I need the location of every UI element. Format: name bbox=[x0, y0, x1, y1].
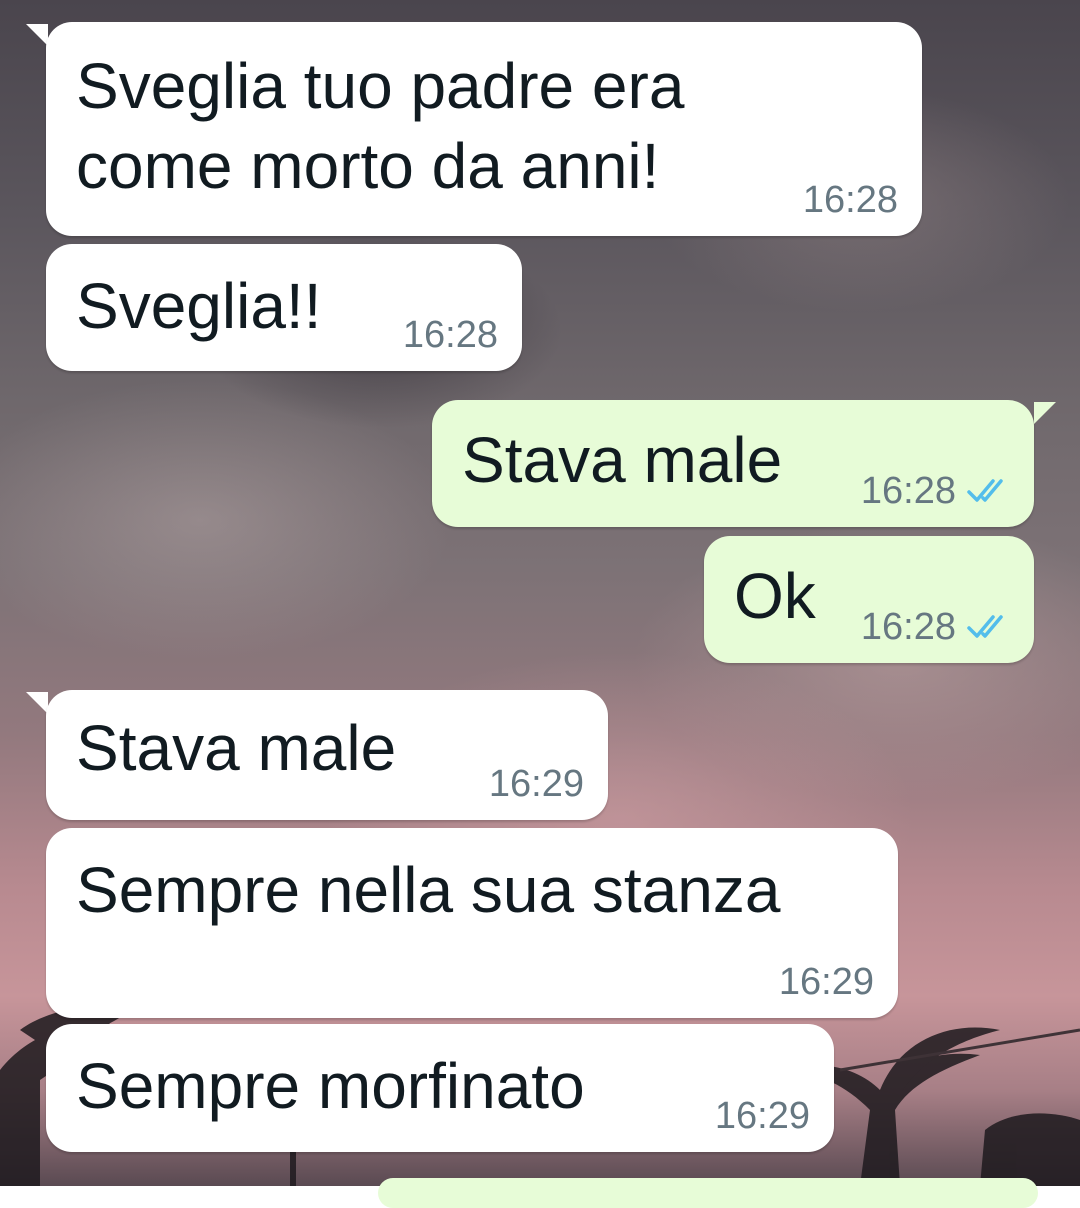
message-time: 16:28 bbox=[402, 314, 498, 356]
message-time: 16:28 bbox=[802, 179, 898, 221]
double-check-icon bbox=[967, 615, 1003, 638]
message-meta: 16:28 bbox=[403, 313, 498, 357]
message-text: Sveglia!! bbox=[76, 270, 322, 342]
message-text: Sempre morfinato bbox=[76, 1050, 585, 1122]
message-meta: 16:29 bbox=[779, 960, 874, 1004]
bubble-tail bbox=[26, 24, 48, 46]
message-list[interactable]: Sveglia tuo padre era come morto da anni… bbox=[0, 0, 1080, 1208]
outgoing-message-partial[interactable] bbox=[378, 1178, 1038, 1208]
message-meta: 16:28 bbox=[803, 178, 898, 222]
message-meta: 16:29 bbox=[489, 762, 584, 806]
message-time: 16:28 bbox=[860, 470, 956, 512]
incoming-message[interactable]: Sempre morfinato 16:29 bbox=[46, 1024, 834, 1152]
bubble-tail bbox=[1034, 402, 1056, 424]
message-text: Sempre nella sua stanza bbox=[76, 854, 781, 926]
message-time: 16:28 bbox=[860, 606, 956, 648]
incoming-message[interactable]: Sempre nella sua stanza 16:29 bbox=[46, 828, 898, 1018]
message-text: Ok bbox=[734, 560, 816, 632]
message-meta: 16:29 bbox=[715, 1094, 810, 1138]
incoming-message[interactable]: Stava male 16:29 bbox=[46, 690, 608, 820]
message-meta: 16:28 bbox=[861, 605, 1010, 649]
outgoing-message[interactable]: Stava male 16:28 bbox=[432, 400, 1034, 527]
bubble-tail bbox=[26, 692, 48, 714]
incoming-message[interactable]: Sveglia!! 16:28 bbox=[46, 244, 522, 371]
double-check-icon bbox=[967, 479, 1003, 502]
message-text: Stava male bbox=[76, 712, 397, 784]
message-text: Stava male bbox=[462, 424, 783, 496]
message-time: 16:29 bbox=[778, 961, 874, 1003]
outgoing-message[interactable]: Ok 16:28 bbox=[704, 536, 1034, 663]
message-time: 16:29 bbox=[488, 763, 584, 805]
message-time: 16:29 bbox=[714, 1095, 810, 1137]
incoming-message[interactable]: Sveglia tuo padre era come morto da anni… bbox=[46, 22, 922, 236]
message-text: Sveglia tuo padre era come morto da anni… bbox=[76, 50, 685, 202]
message-meta: 16:28 bbox=[861, 469, 1010, 513]
